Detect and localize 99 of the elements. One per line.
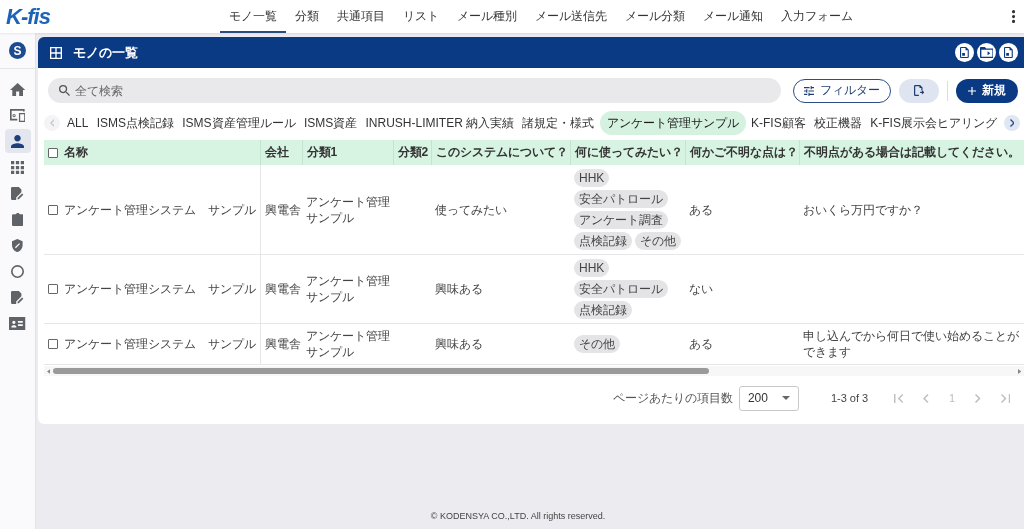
table-cell: アンケート管理システム サンプル <box>60 165 260 255</box>
folder-icon <box>979 47 994 58</box>
category-tab[interactable]: アンケート管理サンプル <box>599 111 746 135</box>
caret-right-icon[interactable] <box>1017 368 1021 374</box>
category-tab[interactable]: K-FIS展示会ヒアリング <box>867 111 1000 135</box>
tag-chip: 安全パトロール <box>574 280 668 298</box>
per-page-select[interactable]: 200 <box>738 385 799 411</box>
table-cell: ない <box>685 254 799 324</box>
horizontal-scrollbar[interactable] <box>44 366 1024 376</box>
nav-tab[interactable]: リスト <box>394 0 448 33</box>
tag-chip: その他 <box>635 232 681 250</box>
devices-icon <box>9 108 26 122</box>
document-edit-icon <box>11 290 24 304</box>
file-icon <box>1004 47 1013 58</box>
column-header[interactable]: 名称 <box>60 140 260 165</box>
table-cell: アンケート管理サンプル <box>302 254 393 324</box>
chevron-right-icon <box>1009 119 1015 127</box>
category-tab[interactable]: 校正機器 <box>811 111 865 135</box>
table-cell: 興味ある <box>431 323 570 365</box>
plus-icon <box>968 86 976 95</box>
table-cell: アンケート管理システム サンプル <box>60 254 260 324</box>
filter-button[interactable]: フィルター <box>793 78 891 103</box>
table-cell: 興味ある <box>431 254 570 324</box>
grid-icon <box>11 160 24 174</box>
table-cell: 申し込んでから何日で使い始めることができます <box>799 323 1024 365</box>
person-icon <box>11 134 24 148</box>
table-cell: 興電舎 <box>260 165 302 255</box>
tag-chip: 点検記録 <box>574 232 632 250</box>
tag-chip: 点検記録 <box>574 301 632 319</box>
category-tab[interactable]: K-FIS顧客 <box>748 111 809 135</box>
row-checkbox[interactable] <box>48 339 58 349</box>
file-icon <box>960 47 969 58</box>
table-cell: アンケート管理サンプル <box>302 165 393 255</box>
tag-chip: 安全パトロール <box>574 190 668 208</box>
nav-tab[interactable]: メール送信先 <box>526 0 616 33</box>
more-options-icon[interactable] <box>1011 10 1015 23</box>
nav-tab[interactable]: 分類 <box>286 0 328 33</box>
copyright-text: © KODENSYA CO.,LTD. All rights reserved. <box>430 511 606 521</box>
category-tab[interactable]: ISMS資産 <box>300 111 361 135</box>
scroll-right-button[interactable] <box>1004 115 1020 131</box>
row-checkbox[interactable] <box>48 284 58 294</box>
panel-title: モノの一覧 <box>73 43 138 62</box>
select-all-checkbox[interactable] <box>48 147 58 158</box>
document-arrow-icon <box>913 85 925 96</box>
nav-tab[interactable]: メール分類 <box>616 0 694 33</box>
header-action-button[interactable] <box>977 43 996 62</box>
column-header[interactable]: このシステムについて？ <box>431 140 570 165</box>
column-header[interactable]: 不明点がある場合は記載してください。 <box>799 140 1024 165</box>
column-header[interactable]: 分類2 <box>393 140 431 165</box>
table-cell: 使ってみたい <box>431 165 570 255</box>
header-action-button[interactable] <box>999 43 1018 62</box>
nav-tab[interactable]: メール通知 <box>694 0 772 33</box>
nav-tab[interactable]: モノ一覧 <box>220 0 286 33</box>
search-field[interactable]: 全て検索 <box>48 78 781 103</box>
column-header[interactable]: 何に使ってみたい？ <box>570 140 685 165</box>
clipboard-icon <box>11 212 24 226</box>
new-button[interactable]: 新規 <box>956 78 1018 103</box>
category-tab[interactable]: INRUSH-LIMITER 納入実績 <box>362 111 518 135</box>
table-cell: ある <box>685 323 799 365</box>
nav-tab[interactable]: 共通項目 <box>328 0 394 33</box>
document-edit-icon <box>11 186 24 200</box>
table-cell: 興電舎 <box>260 254 302 324</box>
column-header[interactable]: 何かご不明な点は？ <box>685 140 799 165</box>
tag-chip: アンケート調査 <box>574 211 668 229</box>
home-icon <box>9 82 26 96</box>
scrollbar-thumb[interactable] <box>53 368 710 374</box>
chevron-left-icon <box>49 119 55 127</box>
sidebar-item[interactable] <box>4 129 31 153</box>
nav-tab[interactable]: 入力フォーム <box>772 0 862 33</box>
table-cell: おいくら万円ですか？ <box>799 165 1024 255</box>
export-button[interactable] <box>899 78 939 103</box>
ring-icon <box>11 264 24 278</box>
column-header[interactable]: 分類1 <box>302 140 393 165</box>
caret-left-icon[interactable] <box>47 368 51 374</box>
shield-icon <box>12 238 23 252</box>
category-tab[interactable]: ALL <box>64 111 92 135</box>
table-cell: 興電舎 <box>260 323 302 365</box>
tag-chip: HHK <box>574 259 610 277</box>
dropdown-caret-icon <box>781 396 790 400</box>
column-header[interactable]: 会社 <box>260 140 302 165</box>
row-checkbox[interactable] <box>48 204 58 215</box>
per-page-label: ページあたりの項目数 <box>612 389 733 407</box>
category-tab[interactable]: 諸規定・様式 <box>519 111 598 135</box>
page-range: 1-3 of 3 <box>830 392 869 404</box>
category-tab[interactable]: ISMS点検記録 <box>93 111 177 135</box>
sliders-icon <box>804 85 814 96</box>
account-badge[interactable]: S <box>9 42 26 59</box>
table-icon <box>50 46 62 59</box>
tag-chip: その他 <box>574 335 620 353</box>
logo: K-fis <box>6 4 50 29</box>
table-cell: アンケート管理システム サンプル <box>60 323 260 365</box>
category-tab[interactable]: ISMS資産管理ルール <box>179 111 299 135</box>
table-cell: ある <box>685 165 799 255</box>
nav-tab[interactable]: メール種別 <box>448 0 526 33</box>
header-action-button[interactable] <box>955 43 974 62</box>
tag-chip: HHK <box>574 169 610 187</box>
search-icon <box>59 85 70 96</box>
id-card-icon <box>9 316 26 330</box>
table-cell: アンケート管理サンプル <box>302 323 393 365</box>
